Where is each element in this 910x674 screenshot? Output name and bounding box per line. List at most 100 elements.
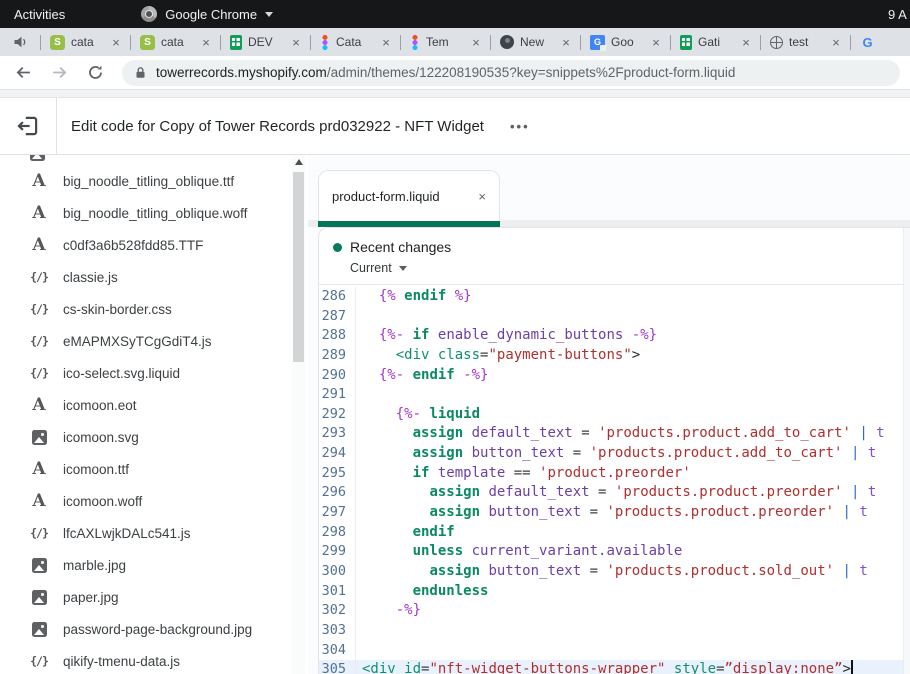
code-line-content: unless current_variant.available — [356, 542, 682, 562]
file-name: password-page-background.jpg — [63, 622, 252, 637]
editor-card: Recent changes Current 286 {% endif %}28… — [318, 227, 910, 674]
code-line-content — [356, 621, 362, 641]
code-line[interactable]: 298 endif — [319, 523, 910, 543]
code-line[interactable]: 293 assign default_text = 'products.prod… — [319, 424, 910, 444]
browser-tab[interactable]: cata× — [131, 28, 220, 56]
browser-tab[interactable]: cata× — [41, 28, 130, 56]
code-line[interactable]: 299 unless current_variant.available — [319, 542, 910, 562]
browser-tab-label: New — [520, 35, 553, 49]
file-item[interactable]: Ac0df3a6b528fdd85.TTF — [0, 229, 308, 261]
file-name: paper.jpg — [63, 590, 119, 605]
browser-tab[interactable]: Gati× — [671, 28, 760, 56]
browser-tab[interactable]: Goo× — [581, 28, 670, 56]
file-item[interactable]: paper.jpg — [0, 581, 308, 613]
code-line[interactable]: 304 — [319, 641, 910, 661]
sidebar-scrollbar[interactable] — [292, 155, 305, 674]
tab-close-icon[interactable]: × — [649, 35, 663, 50]
file-item[interactable]: Abig_noodle_titling_oblique.ttf — [0, 165, 308, 197]
tab-close-icon[interactable]: × — [109, 35, 123, 50]
code-line[interactable]: 289 <div class="payment-buttons"> — [319, 346, 910, 366]
code-line[interactable]: 294 assign button_text = 'products.produ… — [319, 444, 910, 464]
activities-button[interactable]: Activities — [0, 7, 79, 22]
browser-tab-strip: cata×cata×DEV×Cata×Tem×New×Goo×Gati×test… — [0, 28, 910, 56]
editor-tab-product-form[interactable]: product-form.liquid × — [318, 170, 500, 227]
file-item[interactable]: {/}classie.js — [0, 261, 308, 293]
file-item[interactable]: marble.jpg — [0, 549, 308, 581]
font-file-icon: A — [32, 493, 45, 510]
code-line[interactable]: 303 — [319, 621, 910, 641]
code-line-content: -%} — [356, 601, 421, 621]
code-line[interactable]: 297 assign button_text = 'products.produ… — [319, 503, 910, 523]
code-line-content: {%- if enable_dynamic_buttons -%} — [356, 326, 657, 346]
browser-tab[interactable]: New × — [491, 28, 580, 56]
image-file-icon — [32, 590, 47, 605]
browser-tab[interactable]: Cata× — [311, 28, 400, 56]
file-item[interactable]: {/}eMAPMXSyTCgGdiT4.js — [0, 325, 308, 357]
scroll-up-arrow-icon[interactable] — [292, 155, 305, 169]
system-clock[interactable]: 9 A — [888, 0, 910, 28]
tab-close-icon[interactable]: × — [199, 35, 213, 50]
code-file-icon: {/} — [30, 270, 48, 284]
code-line[interactable]: 295 if template == 'product.preorder' — [319, 464, 910, 484]
file-item[interactable]: Abig_noodle_titling_oblique.woff — [0, 197, 308, 229]
header-divider — [56, 98, 57, 154]
forward-button[interactable] — [50, 64, 68, 82]
file-item[interactable]: Aicomoon.woff — [0, 485, 308, 517]
file-sidebar: Abig_noodle_titling_oblique.ttfAbig_nood… — [0, 155, 308, 674]
editor-scrollbar[interactable] — [903, 228, 910, 674]
image-file-icon — [32, 430, 47, 445]
code-line-content: assign button_text = 'products.product.p… — [356, 503, 868, 523]
browser-tab[interactable] — [851, 28, 905, 56]
file-item[interactable]: password-page-background.jpg — [0, 613, 308, 645]
code-line[interactable]: 290 {%- endif -%} — [319, 366, 910, 386]
tab-close-icon[interactable]: × — [379, 35, 393, 50]
sidebar-scrollbar-thumb[interactable] — [293, 172, 304, 362]
code-line[interactable]: 292 {%- liquid — [319, 405, 910, 425]
file-item[interactable]: {/}qikify-tmenu-data.js — [0, 645, 308, 674]
file-item[interactable]: icomoon.svg — [0, 421, 308, 453]
code-file-icon: {/} — [30, 654, 48, 668]
tab-close-icon[interactable]: × — [739, 35, 753, 50]
editor-tab-close-icon[interactable]: × — [478, 189, 486, 204]
code-line[interactable]: 287 — [319, 307, 910, 327]
shopify-favicon — [50, 35, 65, 50]
tab-audio-indicator[interactable] — [0, 35, 40, 49]
line-number: 291 — [319, 385, 356, 405]
version-dropdown[interactable]: Current — [350, 261, 894, 275]
exit-code-editor-button[interactable] — [0, 98, 56, 154]
code-line[interactable]: 286 {% endif %} — [319, 287, 910, 307]
tab-close-icon[interactable]: × — [559, 35, 573, 50]
browser-tab[interactable]: Tem× — [401, 28, 490, 56]
font-file-icon: A — [32, 397, 45, 414]
file-list: Abig_noodle_titling_oblique.ttfAbig_nood… — [0, 155, 308, 674]
address-bar[interactable]: towerrecords.myshopify.com/admin/themes/… — [122, 60, 900, 86]
tab-close-icon[interactable]: × — [289, 35, 303, 50]
file-name: marble.jpg — [63, 558, 126, 573]
browser-tab[interactable]: test× — [761, 28, 850, 56]
file-item[interactable]: {/}lfcAXLwjkDALc541.js — [0, 517, 308, 549]
file-item[interactable]: {/}ico-select.svg.liquid — [0, 357, 308, 389]
code-line[interactable]: 288 {%- if enable_dynamic_buttons -%} — [319, 326, 910, 346]
file-name: big_noodle_titling_oblique.woff — [63, 206, 247, 221]
more-options-button[interactable]: ••• — [510, 119, 530, 134]
file-item[interactable]: {/}cs-skin-border.css — [0, 293, 308, 325]
code-line[interactable]: 300 assign button_text = 'products.produ… — [319, 562, 910, 582]
tab-close-icon[interactable]: × — [829, 35, 843, 50]
code-editor[interactable]: 286 {% endif %}287288 {%- if enable_dyna… — [319, 285, 910, 674]
browser-tab[interactable]: DEV× — [221, 28, 310, 56]
app-menu[interactable]: Google Chrome — [141, 6, 273, 22]
code-line[interactable]: 296 assign default_text = 'products.prod… — [319, 483, 910, 503]
back-button[interactable] — [14, 64, 32, 82]
file-item[interactable]: Aicomoon.eot — [0, 389, 308, 421]
tab-close-icon[interactable]: × — [469, 35, 483, 50]
globe-favicon — [770, 36, 783, 49]
reload-button[interactable] — [86, 64, 104, 82]
code-line[interactable]: 305<div id="nft-widget-buttons-wrapper" … — [319, 660, 910, 674]
recent-changes-label: Recent changes — [350, 239, 451, 255]
code-line[interactable]: 302 -%} — [319, 601, 910, 621]
app-menu-label: Google Chrome — [165, 7, 257, 22]
code-line[interactable]: 291 — [319, 385, 910, 405]
code-file-icon: {/} — [30, 526, 48, 540]
file-item[interactable]: Aicomoon.ttf — [0, 453, 308, 485]
code-line[interactable]: 301 endunless — [319, 582, 910, 602]
